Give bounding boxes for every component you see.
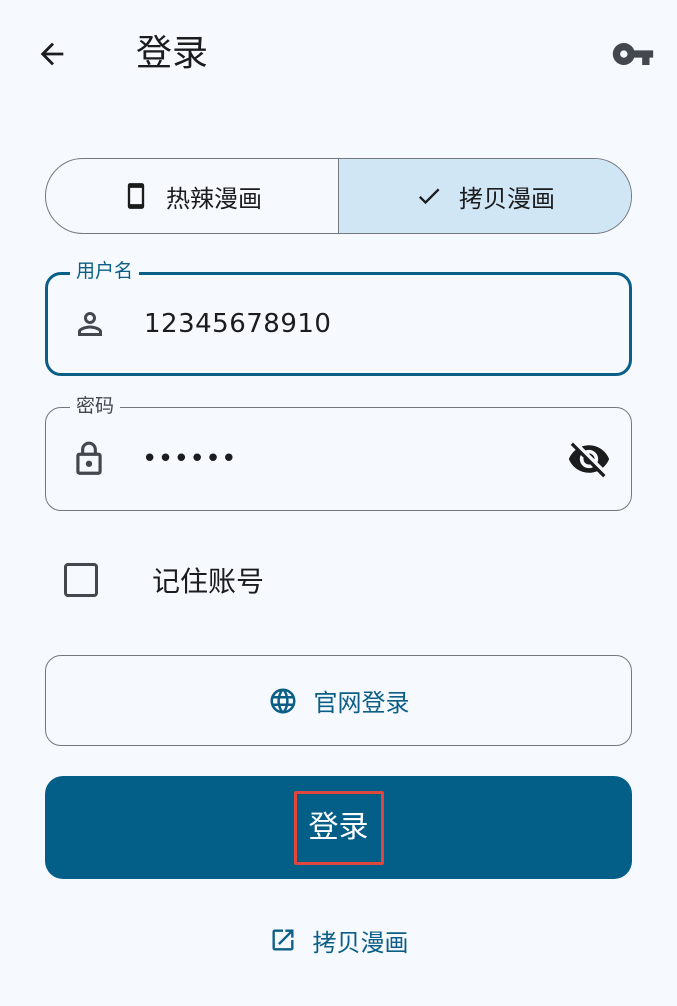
login-screen: 登录 热辣漫画 拷贝漫画 用户名 12345678910 密码 •••••• 记… — [0, 0, 677, 1006]
segment-label: 拷贝漫画 — [459, 184, 555, 213]
password-field[interactable]: 密码 •••••• — [45, 394, 632, 511]
check-icon — [418, 188, 440, 205]
login-button-label: 登录 — [293, 790, 384, 865]
person-icon-wrap — [72, 275, 108, 373]
key-icon — [612, 43, 654, 65]
phone-icon — [127, 183, 145, 209]
app-bar: 登录 — [0, 0, 677, 108]
segment-label: 热辣漫画 — [166, 184, 262, 213]
open-in-new-icon — [272, 929, 293, 951]
arrow-back-icon — [40, 42, 64, 66]
username-field[interactable]: 用户名 12345678910 — [45, 259, 632, 376]
kaobei-site-link[interactable]: 拷贝漫画 — [0, 915, 677, 965]
page-title: 登录 — [136, 33, 209, 74]
web-login-button[interactable]: 官网登录 — [45, 655, 632, 746]
kaobei-link-label: 拷贝漫画 — [312, 928, 409, 957]
lock-icon — [76, 441, 102, 475]
password-visibility-toggle[interactable] — [567, 408, 611, 510]
segment-kaobei-manhua[interactable]: 拷贝漫画 — [338, 159, 631, 233]
globe-icon — [270, 688, 295, 713]
segment-rela-manhua[interactable]: 热辣漫画 — [46, 159, 338, 233]
lock-icon-wrap — [70, 408, 108, 510]
person-icon — [78, 312, 102, 336]
remember-account-row: 记住账号 — [64, 560, 264, 600]
visibility-off-icon — [568, 442, 610, 478]
remember-label: 记住账号 — [152, 565, 265, 598]
web-login-label: 官网登录 — [313, 689, 410, 717]
remember-checkbox[interactable] — [64, 563, 98, 597]
back-button[interactable] — [24, 28, 80, 80]
password-input[interactable]: •••••• — [142, 408, 237, 510]
key-button[interactable] — [605, 28, 661, 80]
username-input[interactable]: 12345678910 — [144, 275, 331, 373]
site-segmented-control: 热辣漫画 拷贝漫画 — [45, 158, 632, 234]
login-button[interactable]: 登录 — [45, 776, 632, 879]
